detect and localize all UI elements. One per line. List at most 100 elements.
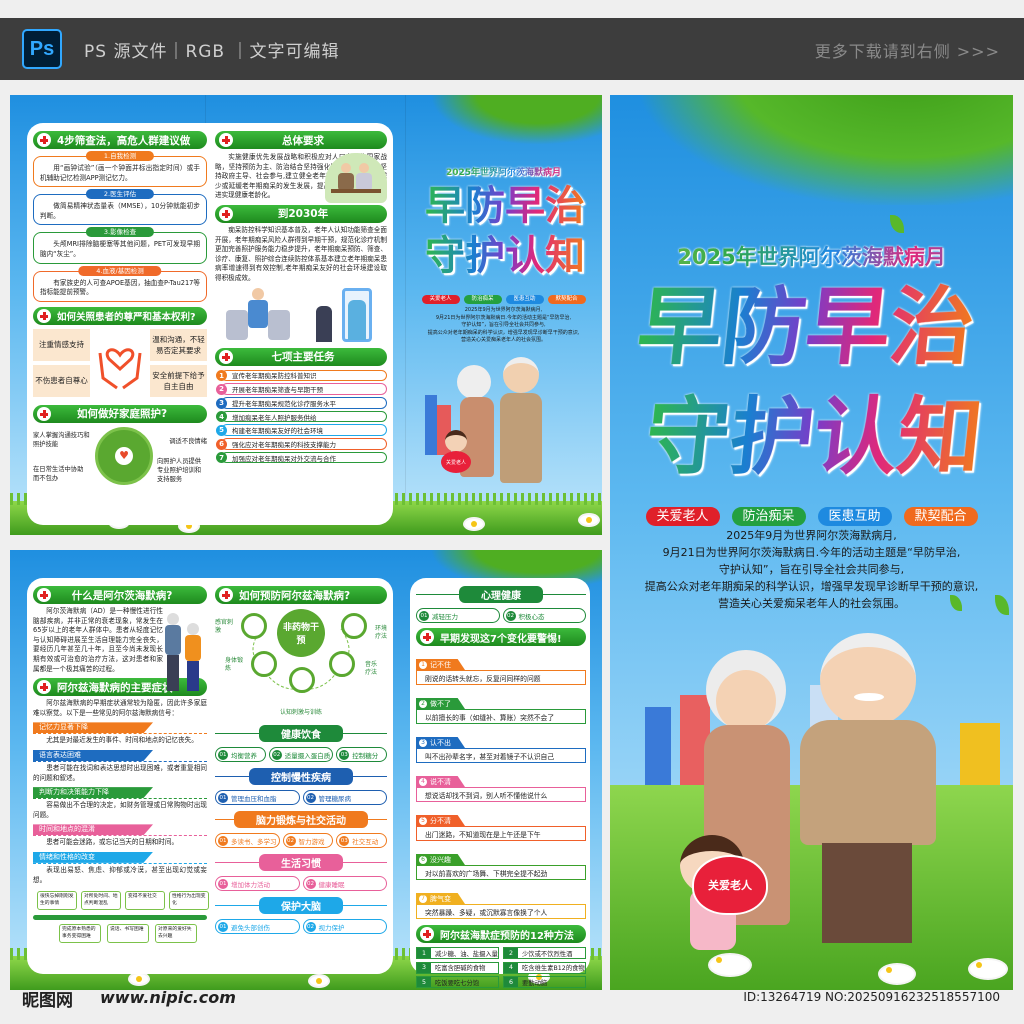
method-number: 3 [417, 962, 431, 973]
chip-number: 01 [218, 921, 228, 932]
method-item: 6 要勤动脑 [503, 976, 586, 988]
header-text: 4步筛查法，高危人群建议做 [57, 134, 191, 147]
section-bar: 控制慢性疾病 [215, 768, 387, 785]
non-drug-center: 非药物干预 [277, 609, 325, 657]
family-care-item: 家人掌握沟通技巧和照护技能 [33, 431, 90, 448]
header-text: 阿尔兹海默病的主要症状 [57, 681, 173, 694]
medical-cross-icon [219, 206, 233, 221]
symptom-header: 语言表达困难 [33, 749, 207, 762]
task-number: 7 [216, 452, 227, 464]
section-bar: 心理健康 [416, 586, 586, 603]
medical-cross-icon [37, 308, 51, 323]
header-text: 阿尔兹海默症预防的12种方法 [440, 930, 574, 942]
node-label: 身体锻炼 [225, 657, 244, 672]
method-item: 3 吃富含胆碱的食物 [416, 961, 499, 974]
task-number: 5 [216, 424, 227, 436]
chip-number: 02 [505, 610, 516, 621]
section-line [215, 776, 249, 777]
family-care-item: 向照护人员提供专业照护培训和支持服务 [157, 457, 202, 483]
method-text: 吃富含胆碱的食物 [435, 965, 486, 972]
section-header: 如何关照患者的尊严和基本权利? [33, 306, 207, 325]
outside-spread: 什么是阿尔茨海默病? 阿尔茨海默病（AD）是一种慢性进行性脑部疾病，并非正常的衰… [10, 550, 602, 990]
chip-number: 03 [339, 749, 350, 760]
top-banner: Ps PS 源文件｜RGB ｜文字可编辑 更多下载请到右侧 >>> [0, 18, 1024, 80]
screening-step: 3.影像检查 头颅MRI排除脑梗塞等其他问题，PET可发现早期脑内“灰尘”。 [33, 227, 207, 264]
step-text: 有家族史的人可查APOE基因，抽血查P-Tau217等指标能提前预警。 [40, 278, 200, 297]
symptom-timeline: 很快忘掉刚刚发生的事情 对所处时间、地点判断混乱 变得不爱社交 性格行为出现变化 完成原… [33, 891, 209, 944]
chip-text: 均衡营养 [231, 751, 257, 760]
section-bar: 脑力锻炼与社交活动 [215, 811, 387, 828]
task-item: 5 构建老年期痴呆友好的社会环境 [216, 424, 387, 436]
building [425, 395, 437, 455]
chip: 02 适量摄入蛋白质 [268, 747, 334, 762]
header-text: 如何做好家庭照护? [76, 408, 168, 421]
node-label: 感官刺激 [215, 619, 234, 634]
dignity-item: 注重情感支持 [33, 328, 90, 361]
section-line [416, 594, 459, 595]
chip-row: 01 避免头部创伤 02 视力保护 [215, 919, 387, 934]
heart-hands-icon [94, 329, 146, 397]
method-text: 要勤动脑 [522, 979, 548, 987]
section-bar: 保护大脑 [215, 897, 387, 914]
symptom-label: 情绪和性格的改变 [33, 851, 153, 863]
mental-health-section: 心理健康 01 减轻压力 02 积极心态 [416, 586, 586, 623]
method-text: 吃饭要吃七分饱 [435, 979, 480, 987]
download-hint-link[interactable]: 更多下载请到右侧 >>> [815, 38, 1000, 62]
timeline-bar [33, 915, 207, 921]
warning-number: 4 [419, 777, 427, 786]
header-text: 什么是阿尔茨海默病? [71, 589, 173, 602]
care-illustrations [215, 287, 387, 346]
paragraph-line: 守护认知”，旨在引导全社会共同参与, [718, 563, 905, 576]
tag-默契配合: 默契配合 [547, 295, 586, 304]
task-number: 6 [216, 438, 227, 450]
tag-防治痴呆: 防治痴呆 [731, 507, 806, 526]
grandpa-body [500, 393, 542, 483]
screening-step: 4.血液/基因检测 有家族史的人可查APOE基因，抽血查P-Tau217等指标能提… [33, 265, 207, 302]
header-text: 到2030年 [277, 208, 329, 221]
warning-text: 以前擅长的事（如缝补、算账）突然不会了 [416, 709, 586, 724]
screening-step: 2.医生评估 做简易精神状态量表（MMSE），10分钟就能初步判断。 [33, 189, 207, 226]
chip: 01 增加体力活动 [215, 876, 300, 891]
warning-list: 1 记不住 刚说的话转头就忘，反复问同样的问题 2 做不了 以前擅长的事（如缝补、算账）突… [416, 646, 586, 919]
warning-label: 6 没兴趣 [416, 854, 465, 865]
panel-screening: 4步筛查法，高危人群建议做 1.自我检测 用“画钟试验”（画一个钟面并标出指定时间… [33, 131, 207, 495]
dignity-item: 温和沟通，不轻易否定其要求 [150, 328, 207, 361]
warning-text: 对以前喜欢的广场舞、下棋完全提不起劲 [416, 865, 586, 880]
paragraph-line: 营造关心关爱痴呆老年人的社会氛围。 [718, 597, 905, 610]
section-line [215, 905, 259, 906]
chip-row: 01 增加体力活动 02 健康睡眠 [215, 876, 387, 891]
task-number: 3 [216, 397, 227, 409]
task-item: 2 开展老年期痴呆筛查与早期干预 [216, 383, 387, 395]
yoga-icon [251, 651, 277, 677]
chip-number: 03 [339, 835, 350, 846]
chip: 02 视力保护 [302, 919, 387, 934]
medical-cross-icon [219, 133, 233, 147]
section-line [368, 819, 387, 820]
chip-number: 02 [305, 921, 316, 932]
header-text: 早期发现这7个变化要警惕! [440, 633, 562, 645]
section-header: 早期发现这7个变化要警惕! [416, 628, 586, 646]
warning-item: 2 做不了 以前擅长的事（如缝补、算账）突然不会了 [416, 690, 586, 724]
step-label: 2.医生评估 [85, 189, 155, 200]
section-line [343, 862, 387, 863]
method-number: 1 [417, 948, 431, 958]
warning-label: 5 分不清 [416, 815, 465, 826]
paragraph-line: 营造关心关爱痴呆老年人的社会氛围。 [460, 337, 546, 343]
family-heart-icon: ♥ [115, 446, 133, 465]
family-care-item: 在日常生活中协助而不包办 [33, 465, 84, 482]
step-label: 1.自我检测 [85, 151, 155, 161]
medical-cross-icon [37, 588, 51, 602]
symptom-text: 尤其是对最近发生的事件、时间和地点的记忆丧失。 [46, 736, 198, 745]
task-text: 强化应对老年期痴呆的科技支撑能力 [232, 440, 336, 449]
task-text: 宣传老年期痴呆防控科普知识 [232, 372, 317, 381]
section-header: 如何预防阿尔兹海默病? [215, 586, 387, 604]
chip-text: 管理糖尿病 [318, 794, 352, 803]
warning-number: 7 [419, 894, 427, 903]
task-number: 1 [216, 370, 227, 382]
medical-cross-icon [219, 349, 233, 364]
section-line [215, 819, 234, 820]
general-requirements: 实施健康优先发展战略和积极应对人口老龄化国家战略，坚持预防为主、防治结合坚持强化… [215, 153, 387, 203]
symptom-label: 记忆力显著下降 [33, 722, 153, 734]
prevention-sections: 健康饮食 01 均衡营养 02 适量摄入蛋白质 03 控制糖分 控制慢性疾病 01 管理血压和血脂… [215, 719, 387, 934]
warning-number: 2 [419, 699, 427, 708]
